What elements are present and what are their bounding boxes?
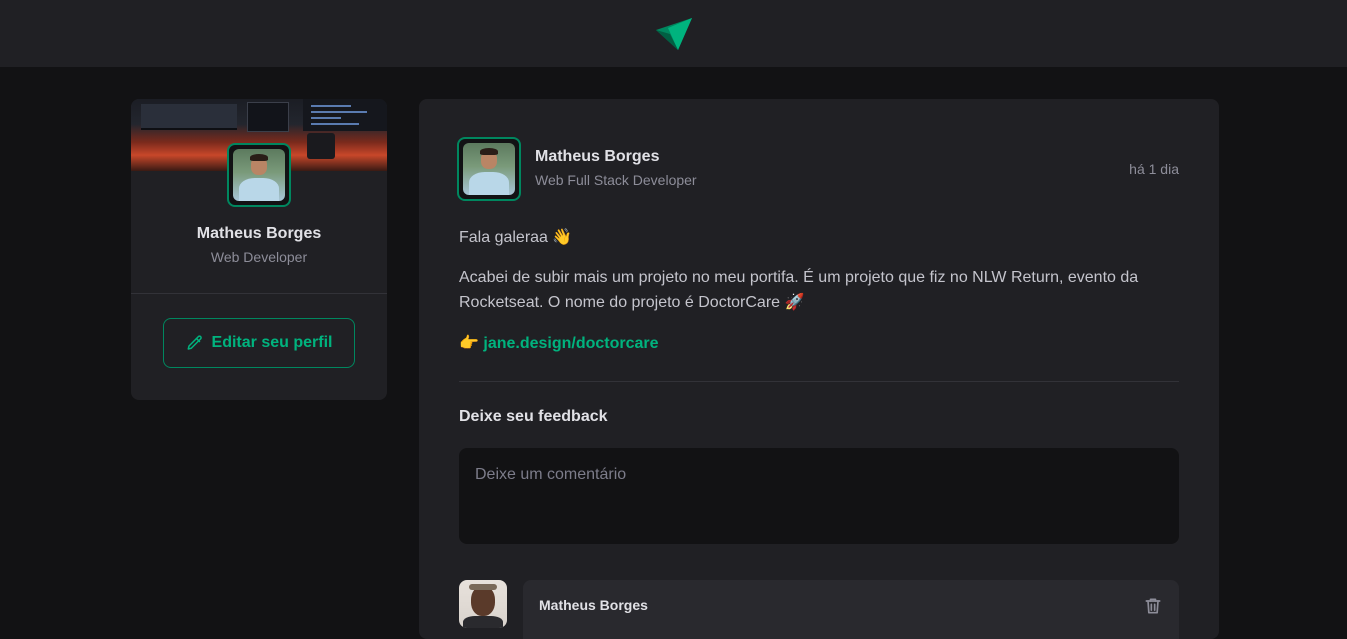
post-card: Matheus Borges Web Full Stack Developer … [419, 99, 1219, 639]
post-paragraph: Fala galeraa 👋 [459, 229, 573, 246]
comment-author-avatar[interactable] [459, 580, 507, 628]
edit-profile-label: Editar seu perfil [211, 334, 333, 351]
post-paragraph: Acabei de subir mais um projeto no meu p… [459, 269, 1139, 311]
comment-author-name: Matheus Borges [539, 597, 648, 613]
profile-name: Matheus Borges [196, 225, 322, 242]
pencil-icon [187, 335, 202, 350]
pointing-hand-icon: 👉 [459, 335, 479, 352]
post-link-line: 👉 jane.design/doctorcare [459, 331, 1179, 356]
logo-icon [655, 17, 692, 50]
post-divider [459, 381, 1179, 382]
profile-sidebar: Matheus Borges Web Developer Editar seu … [131, 99, 387, 400]
sidebar-divider [131, 293, 387, 294]
edit-profile-button[interactable]: Editar seu perfil [163, 318, 355, 368]
post-link[interactable]: jane.design/doctorcare [483, 335, 658, 352]
delete-comment-button[interactable] [1143, 596, 1163, 616]
top-header [0, 0, 1347, 67]
comment-input[interactable] [459, 448, 1179, 544]
post-author-avatar[interactable] [457, 137, 521, 201]
post-content: Fala galeraa 👋 Acabei de subir mais um p… [459, 225, 1179, 372]
post-time: há 1 dia [1129, 161, 1179, 177]
profile-role: Web Developer [210, 249, 308, 265]
trash-icon [1145, 598, 1161, 614]
feedback-title: Deixe seu feedback [459, 408, 608, 425]
profile-avatar[interactable] [227, 143, 291, 207]
post-author-name: Matheus Borges [535, 148, 660, 165]
post-author-role: Web Full Stack Developer [535, 172, 697, 188]
